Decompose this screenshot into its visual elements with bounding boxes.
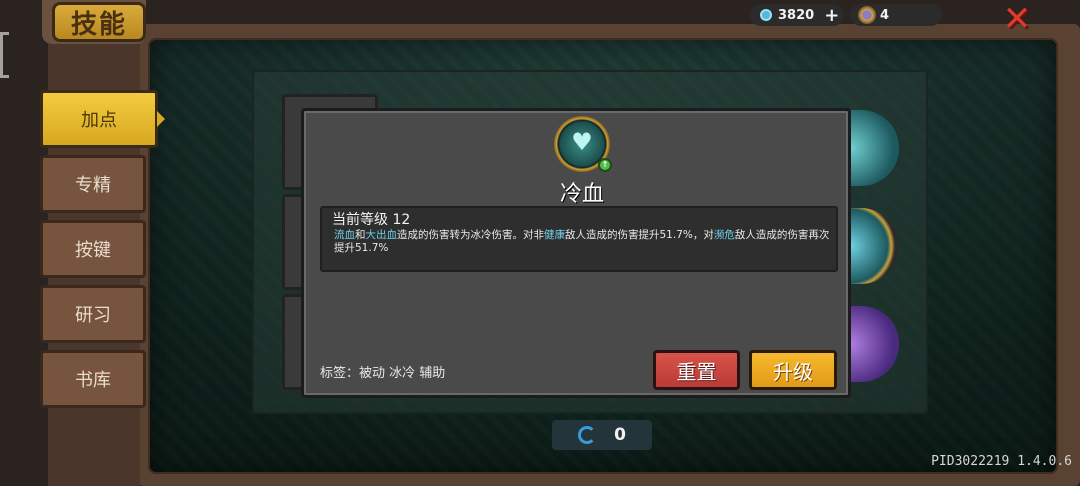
- desc-part: 造成的伤害转为冰冷伤害。对非: [397, 229, 544, 241]
- skill-tags: 标签：被动 冰冷 辅助: [320, 366, 446, 381]
- tab-keybind[interactable]: 按键: [40, 220, 146, 278]
- skill-description: 流血和大出血造成的伤害转为冰冷伤害。对非健康敌人造成的伤害提升51.7%，对濒危…: [334, 229, 834, 255]
- gem-icon: [760, 9, 772, 21]
- keyword-healthy: 健康: [544, 229, 565, 241]
- close-button[interactable]: ✕: [1000, 0, 1034, 39]
- desc-part: 敌人造成的伤害提升51.7%，对: [565, 229, 714, 241]
- skill-name: 冷血: [559, 182, 604, 207]
- add-gems-button[interactable]: +: [824, 5, 839, 26]
- keyword-endangered: 濒危: [713, 229, 735, 241]
- upgrade-button[interactable]: 升级: [749, 350, 837, 390]
- reset-button[interactable]: 重置: [653, 350, 740, 390]
- tab-study[interactable]: 研习: [40, 285, 146, 343]
- skill-points-counter: 0: [552, 420, 652, 450]
- heart-icon: ♥: [571, 128, 593, 156]
- tab-add-points[interactable]: 加点: [40, 90, 165, 148]
- version-label: PID3022219 1.4.0.6: [931, 454, 1072, 469]
- material-counter: 4: [850, 4, 942, 26]
- material-count: 4: [880, 7, 890, 23]
- desc-part: 和: [355, 229, 366, 241]
- gem-count: 3820: [778, 7, 815, 23]
- skill-level: 当前等级 12: [332, 212, 411, 228]
- tab-specialization[interactable]: 专精: [40, 155, 146, 213]
- keyword-heavy-bleed: 大出血: [365, 229, 398, 241]
- skill-points-value: 0: [614, 425, 626, 445]
- page-title: 技能: [52, 2, 146, 42]
- gem-counter: 3820 +: [750, 4, 844, 26]
- skill-point-icon: [578, 426, 597, 444]
- skill-upgrade-badge-icon: ↑: [598, 158, 612, 172]
- keyword-bleed: 流血: [334, 229, 355, 241]
- tab-library[interactable]: 书库: [40, 350, 146, 408]
- screen-bracket-decoration: [0, 32, 9, 78]
- material-icon: [858, 6, 876, 24]
